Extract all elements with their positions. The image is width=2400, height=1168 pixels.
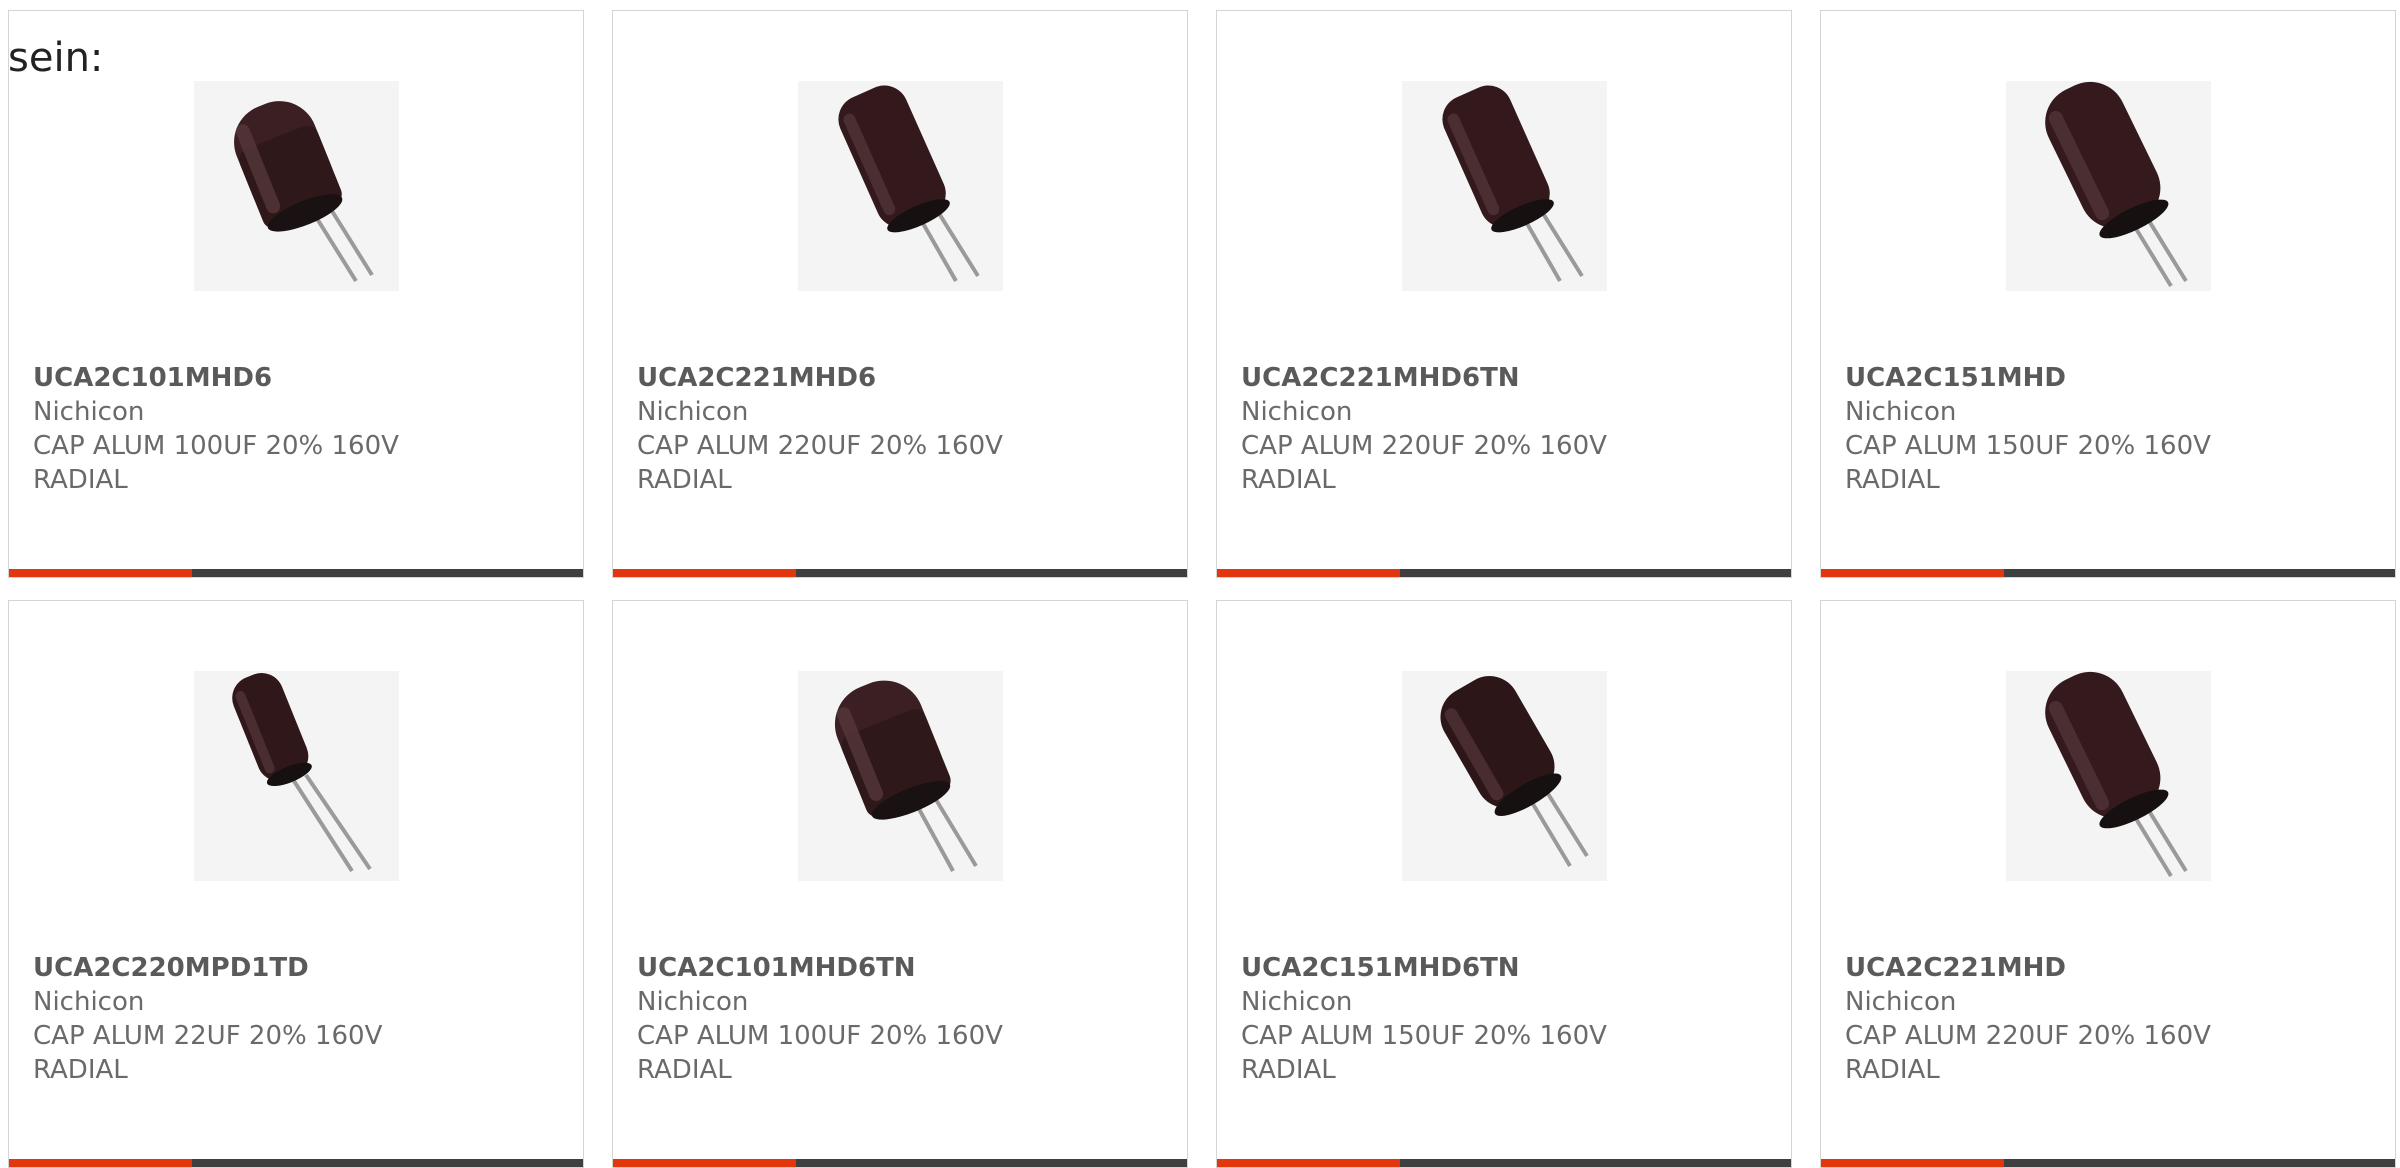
- product-card[interactable]: UCA2C151MHD Nichicon CAP ALUM 150UF 20% …: [1820, 10, 2396, 578]
- description-label: RADIAL: [637, 465, 732, 495]
- card-bottom-bar: [1821, 569, 2395, 577]
- card-bottom-bar: [1217, 1159, 1791, 1167]
- product-card[interactable]: UCA2C221MHD Nichicon CAP ALUM 220UF 20% …: [1820, 600, 2396, 1168]
- product-info: UCA2C151MHD Nichicon CAP ALUM 150UF 20% …: [1845, 361, 2375, 497]
- bar-accent: [613, 569, 796, 577]
- description-label: CAP ALUM 22UF 20% 160V: [33, 1021, 383, 1051]
- card-bottom-bar: [613, 1159, 1187, 1167]
- product-info: UCA2C221MHD6TN Nichicon CAP ALUM 220UF 2…: [1241, 361, 1771, 497]
- card-bottom-bar: [9, 569, 583, 577]
- product-card[interactable]: UCA2C151MHD6TN Nichicon CAP ALUM 150UF 2…: [1216, 600, 1792, 1168]
- bar-rest: [796, 569, 1187, 577]
- description-label: RADIAL: [33, 465, 128, 495]
- manufacturer-label: Nichicon: [1845, 987, 1957, 1017]
- part-number-link[interactable]: UCA2C101MHD6: [33, 361, 563, 395]
- capacitor-icon: [1440, 676, 1589, 868]
- card-bottom-bar: [1217, 569, 1791, 577]
- product-card[interactable]: UCA2C101MHD6 Nichicon CAP ALUM 100UF 20%…: [8, 10, 584, 578]
- product-image[interactable]: [194, 81, 399, 291]
- product-image[interactable]: [798, 81, 1003, 291]
- bar-accent: [1217, 569, 1400, 577]
- bar-rest: [192, 569, 583, 577]
- capacitor-icon: [2045, 81, 2188, 288]
- manufacturer-label: Nichicon: [1845, 397, 1957, 427]
- part-number-link[interactable]: UCA2C151MHD: [1845, 361, 2375, 395]
- bar-rest: [1400, 569, 1791, 577]
- bar-rest: [2004, 569, 2395, 577]
- description-label: CAP ALUM 220UF 20% 160V: [637, 431, 1003, 461]
- part-number-link[interactable]: UCA2C101MHD6TN: [637, 951, 1167, 985]
- product-info: UCA2C221MHD6 Nichicon CAP ALUM 220UF 20%…: [637, 361, 1167, 497]
- part-number-link[interactable]: UCA2C221MHD6: [637, 361, 1167, 395]
- product-info: UCA2C220MPD1TD Nichicon CAP ALUM 22UF 20…: [33, 951, 563, 1087]
- description-label: RADIAL: [1241, 1055, 1336, 1085]
- manufacturer-label: Nichicon: [33, 397, 145, 427]
- capacitor-icon: [838, 85, 980, 282]
- manufacturer-label: Nichicon: [637, 397, 749, 427]
- part-number-link[interactable]: UCA2C220MPD1TD: [33, 951, 563, 985]
- description-label: CAP ALUM 100UF 20% 160V: [33, 431, 399, 461]
- bar-accent: [613, 1159, 796, 1167]
- product-image[interactable]: [798, 671, 1003, 881]
- product-info: UCA2C101MHD6TN Nichicon CAP ALUM 100UF 2…: [637, 951, 1167, 1087]
- product-card[interactable]: UCA2C220MPD1TD Nichicon CAP ALUM 22UF 20…: [8, 600, 584, 1168]
- product-card[interactable]: UCA2C221MHD6TN Nichicon CAP ALUM 220UF 2…: [1216, 10, 1792, 578]
- product-info: UCA2C101MHD6 Nichicon CAP ALUM 100UF 20%…: [33, 361, 563, 497]
- capacitor-icon: [1442, 85, 1584, 282]
- description-label: CAP ALUM 220UF 20% 160V: [1241, 431, 1607, 461]
- manufacturer-label: Nichicon: [637, 987, 749, 1017]
- part-number-link[interactable]: UCA2C221MHD6TN: [1241, 361, 1771, 395]
- bar-accent: [1821, 1159, 2004, 1167]
- description-label: RADIAL: [637, 1055, 732, 1085]
- intro-text: sein:: [8, 35, 104, 81]
- description-label: RADIAL: [33, 1055, 128, 1085]
- manufacturer-label: Nichicon: [1241, 987, 1353, 1017]
- description-label: CAP ALUM 150UF 20% 160V: [1845, 431, 2211, 461]
- bar-rest: [1400, 1159, 1791, 1167]
- description-label: RADIAL: [1845, 1055, 1940, 1085]
- bar-accent: [9, 1159, 192, 1167]
- card-bottom-bar: [613, 569, 1187, 577]
- bar-accent: [9, 569, 192, 577]
- bar-rest: [2004, 1159, 2395, 1167]
- description-label: CAP ALUM 150UF 20% 160V: [1241, 1021, 1607, 1051]
- description-label: RADIAL: [1241, 465, 1336, 495]
- description-label: CAP ALUM 100UF 20% 160V: [637, 1021, 1003, 1051]
- capacitor-icon: [834, 680, 978, 872]
- product-image[interactable]: [1402, 671, 1607, 881]
- product-image[interactable]: [1402, 81, 1607, 291]
- bar-accent: [1821, 569, 2004, 577]
- description-label: CAP ALUM 220UF 20% 160V: [1845, 1021, 2211, 1051]
- product-image[interactable]: [2006, 81, 2211, 291]
- capacitor-icon: [232, 673, 372, 873]
- product-image[interactable]: [2006, 671, 2211, 881]
- capacitor-icon: [234, 101, 374, 283]
- bar-accent: [1217, 1159, 1400, 1167]
- part-number-link[interactable]: UCA2C221MHD: [1845, 951, 2375, 985]
- bar-rest: [192, 1159, 583, 1167]
- card-bottom-bar: [9, 1159, 583, 1167]
- manufacturer-label: Nichicon: [33, 987, 145, 1017]
- manufacturer-label: Nichicon: [1241, 397, 1353, 427]
- capacitor-icon: [2045, 671, 2188, 878]
- description-label: RADIAL: [1845, 465, 1940, 495]
- product-image[interactable]: [194, 671, 399, 881]
- product-card[interactable]: UCA2C101MHD6TN Nichicon CAP ALUM 100UF 2…: [612, 600, 1188, 1168]
- product-info: UCA2C221MHD Nichicon CAP ALUM 220UF 20% …: [1845, 951, 2375, 1087]
- product-info: UCA2C151MHD6TN Nichicon CAP ALUM 150UF 2…: [1241, 951, 1771, 1087]
- part-number-link[interactable]: UCA2C151MHD6TN: [1241, 951, 1771, 985]
- bar-rest: [796, 1159, 1187, 1167]
- card-bottom-bar: [1821, 1159, 2395, 1167]
- product-card[interactable]: UCA2C221MHD6 Nichicon CAP ALUM 220UF 20%…: [612, 10, 1188, 578]
